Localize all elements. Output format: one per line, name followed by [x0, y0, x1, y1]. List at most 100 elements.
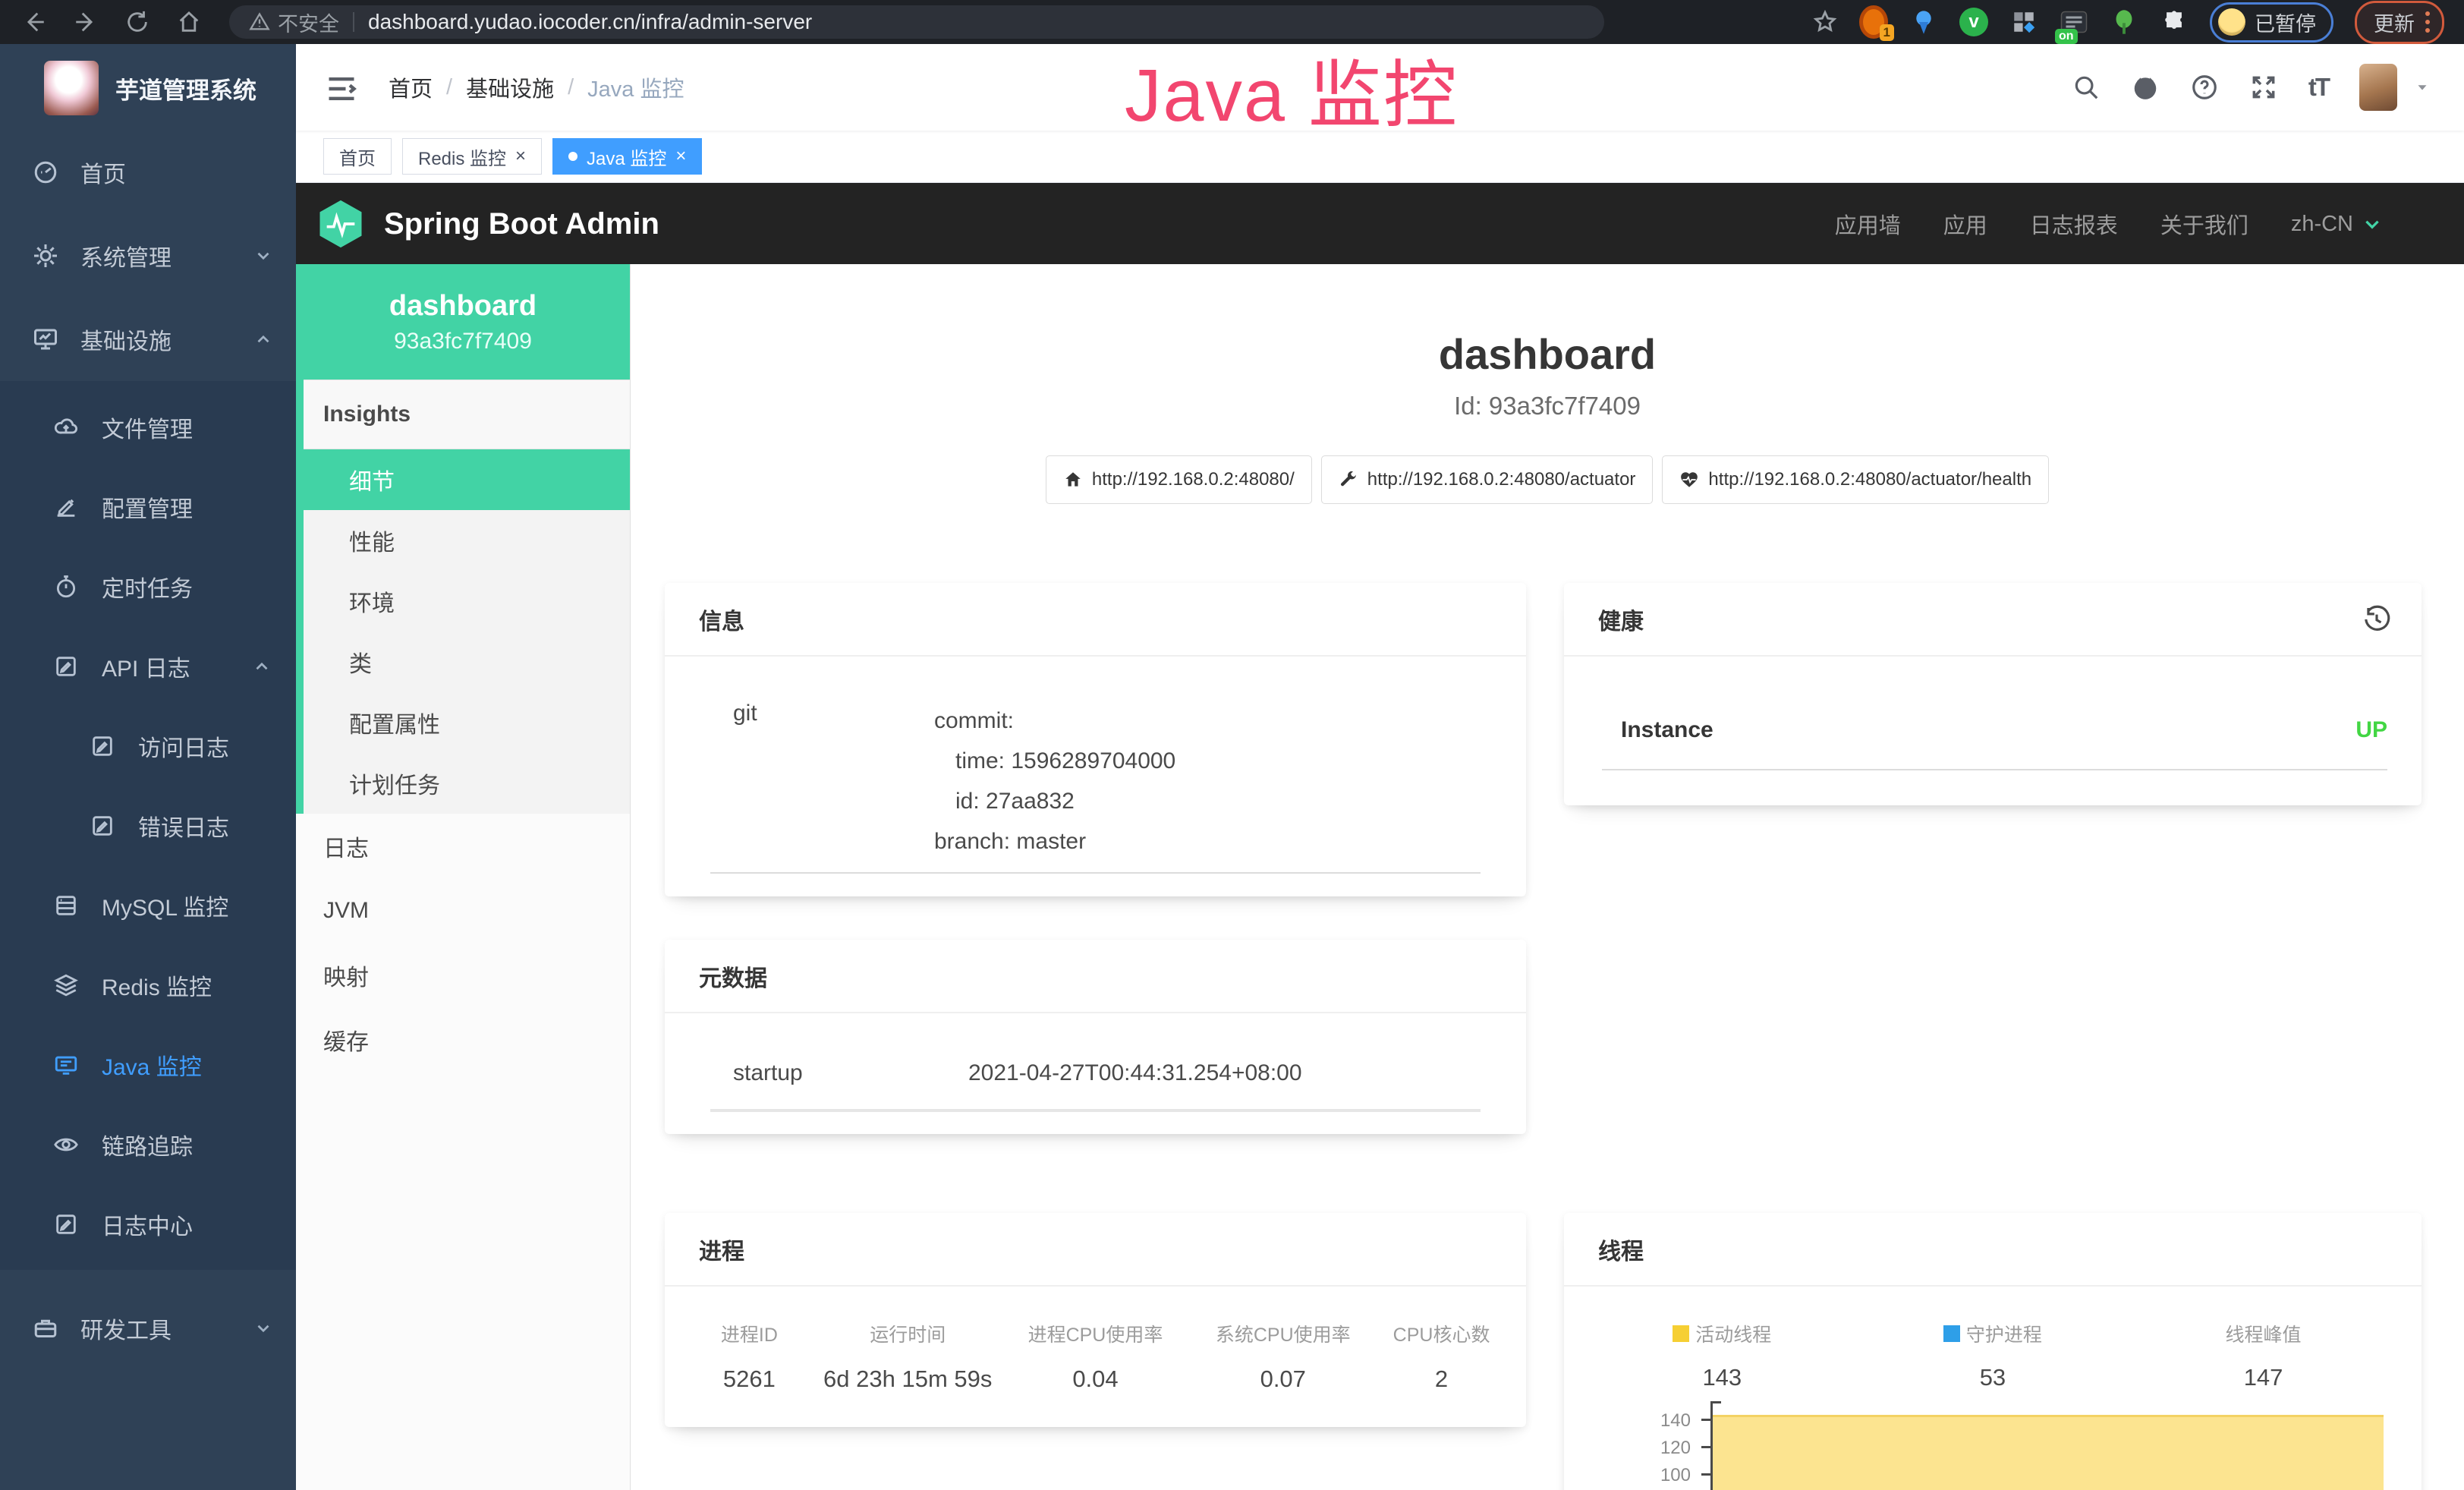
tag-home[interactable]: 首页 — [323, 138, 392, 175]
breadcrumb-infra[interactable]: 基础设施 — [466, 71, 554, 103]
leaf-extension-icon[interactable] — [2110, 8, 2138, 36]
sidebar2-item-caches[interactable]: 缓存 — [296, 1007, 630, 1072]
sidebar2-item-logfile[interactable]: 日志 — [296, 814, 630, 878]
instance-label: Instance — [1621, 717, 1713, 743]
app-title: 芋道管理系统 — [115, 71, 256, 106]
chrome-update-button[interactable]: 更新 — [2355, 1, 2444, 44]
sidebar-item-jobs[interactable]: 定时任务 — [0, 547, 296, 626]
briefcase-icon — [32, 1315, 59, 1342]
nav-applications-wall[interactable]: 应用墙 — [1835, 208, 1901, 240]
address-bar[interactable]: 不安全 dashboard.yudao.iocoder.cn/infra/adm… — [229, 5, 1604, 39]
sidebar-item-mysql[interactable]: MySQL 监控 — [0, 865, 296, 945]
sidebar-item-devtools[interactable]: 研发工具 — [0, 1287, 296, 1370]
help-icon[interactable] — [2190, 73, 2219, 102]
search-icon[interactable] — [2072, 73, 2101, 102]
sidebar-item-home[interactable]: 首页 — [0, 131, 296, 214]
sidebar2-item-scheduled[interactable]: 计划任务 — [304, 753, 630, 814]
sidebar2-item-jvm[interactable]: JVM — [296, 878, 630, 943]
avatar-caret-icon[interactable] — [2414, 79, 2431, 96]
extension-grid-icon[interactable] — [2009, 8, 2038, 36]
sidebar-item-api-log[interactable]: API 日志 — [0, 626, 296, 706]
page-subtitle: Id: 93a3fc7f7409 — [631, 392, 2464, 421]
live-threads-value: 143 — [1587, 1364, 1858, 1391]
sidebar-item-java[interactable]: Java 监控 — [0, 1025, 296, 1104]
locale-select[interactable]: zh-CN — [2291, 212, 2382, 237]
back-icon[interactable] — [21, 9, 47, 35]
extension-pin-icon[interactable] — [1909, 8, 1938, 36]
reload-icon[interactable] — [124, 9, 150, 35]
ytick-140: 140 — [1636, 1410, 1691, 1432]
font-size-icon[interactable]: tT — [2308, 73, 2329, 102]
vue-devtools-icon[interactable]: v — [1959, 8, 1988, 36]
fullscreen-icon[interactable] — [2249, 73, 2278, 102]
sidebar-item-files[interactable]: 文件管理 — [0, 387, 296, 467]
extension-orange-icon[interactable]: 1 — [1859, 8, 1888, 36]
profile-emoji-icon — [2218, 8, 2245, 36]
breadcrumb-separator: / — [568, 75, 574, 100]
sidebar-item-infra[interactable]: 基础设施 — [0, 298, 296, 381]
instance-links: http://192.168.0.2:48080/ http://192.168… — [631, 455, 2464, 504]
y-axis-tick — [1701, 1419, 1710, 1421]
sidebar2-item-details[interactable]: 细节 — [304, 449, 630, 510]
sidebar-item-label: 链路追踪 — [102, 1128, 193, 1161]
history-icon[interactable] — [2362, 605, 2391, 634]
sidebar-item-system[interactable]: 系统管理 — [0, 214, 296, 298]
close-icon[interactable]: × — [675, 146, 686, 167]
warning-icon — [249, 11, 270, 33]
peak-threads-value: 147 — [2128, 1364, 2399, 1391]
forward-icon[interactable] — [73, 9, 99, 35]
service-url: http://192.168.0.2:48080/ — [1092, 469, 1295, 490]
chevron-up-icon — [253, 329, 273, 349]
instance-header[interactable]: dashboard 93a3fc7f7409 — [296, 264, 630, 380]
tag-redis[interactable]: Redis 监控 × — [402, 138, 542, 175]
hamburger-icon[interactable] — [325, 72, 358, 102]
switch-extension-icon[interactable]: on — [2060, 8, 2088, 36]
git-time-line: time: 1596289704000 — [934, 741, 1175, 781]
sidebar-item-access-log[interactable]: 访问日志 — [0, 706, 296, 786]
sidebar2-item-metrics[interactable]: 性能 — [304, 510, 630, 571]
sidebar2-item-mappings[interactable]: 映射 — [296, 943, 630, 1007]
sidebar-item-trace[interactable]: 链路追踪 — [0, 1104, 296, 1184]
header-actions: tT — [2072, 64, 2464, 111]
health-url: http://192.168.0.2:48080/actuator/health — [1708, 469, 2031, 490]
github-icon[interactable] — [2131, 73, 2160, 102]
log-icon — [53, 654, 79, 679]
git-id-line: id: 27aa832 — [934, 781, 1175, 821]
sidebar2-item-classes[interactable]: 类 — [304, 632, 630, 692]
sidebar-item-label: API 日志 — [102, 650, 190, 683]
profile-paused-pill[interactable]: 已暂停 — [2210, 2, 2333, 43]
breadcrumb-home[interactable]: 首页 — [389, 71, 433, 103]
sidebar-item-redis[interactable]: Redis 监控 — [0, 945, 296, 1025]
log-icon — [53, 1211, 79, 1237]
sidebar-item-log-center[interactable]: 日志中心 — [0, 1184, 296, 1264]
actuator-url-chip[interactable]: http://192.168.0.2:48080/actuator — [1321, 455, 1654, 504]
security-indicator[interactable]: 不安全 — [249, 8, 339, 37]
sidebar-item-config[interactable]: 配置管理 — [0, 467, 296, 547]
update-label: 更新 — [2374, 8, 2415, 37]
tag-java[interactable]: Java 监控 × — [552, 138, 702, 175]
sidebar-item-error-log[interactable]: 错误日志 — [0, 786, 296, 865]
sidebar-item-label: 文件管理 — [102, 411, 193, 444]
nav-journal[interactable]: 日志报表 — [2030, 208, 2118, 240]
close-icon[interactable]: × — [515, 146, 526, 167]
service-url-chip[interactable]: http://192.168.0.2:48080/ — [1046, 455, 1312, 504]
home-nav-icon[interactable] — [176, 9, 202, 35]
puzzle-icon[interactable] — [2160, 8, 2189, 36]
nav-about[interactable]: 关于我们 — [2160, 208, 2248, 240]
sba-brand[interactable]: Spring Boot Admin — [316, 199, 659, 249]
sidebar2-item-configprops[interactable]: 配置属性 — [304, 692, 630, 753]
health-url-chip[interactable]: http://192.168.0.2:48080/actuator/health — [1662, 455, 2049, 504]
sidebar-item-label: Java 监控 — [102, 1048, 202, 1082]
bookmark-star-icon[interactable] — [1812, 9, 1838, 35]
col-pid: 进程ID — [678, 1320, 820, 1347]
app-logo-row[interactable]: 芋道管理系统 — [0, 44, 296, 131]
git-value: commit: time: 1596289704000 id: 27aa832 … — [934, 701, 1175, 862]
browser-menu-icon[interactable] — [2425, 11, 2430, 33]
actuator-url: http://192.168.0.2:48080/actuator — [1367, 469, 1636, 490]
user-avatar[interactable] — [2359, 64, 2397, 111]
nav-applications[interactable]: 应用 — [1943, 208, 1987, 240]
instance-id: 93a3fc7f7409 — [394, 329, 532, 354]
sidebar2-item-env[interactable]: 环境 — [304, 571, 630, 632]
sba-nav: 应用墙 应用 日志报表 关于我们 zh-CN — [1835, 208, 2464, 240]
page-title: dashboard — [631, 329, 2464, 379]
